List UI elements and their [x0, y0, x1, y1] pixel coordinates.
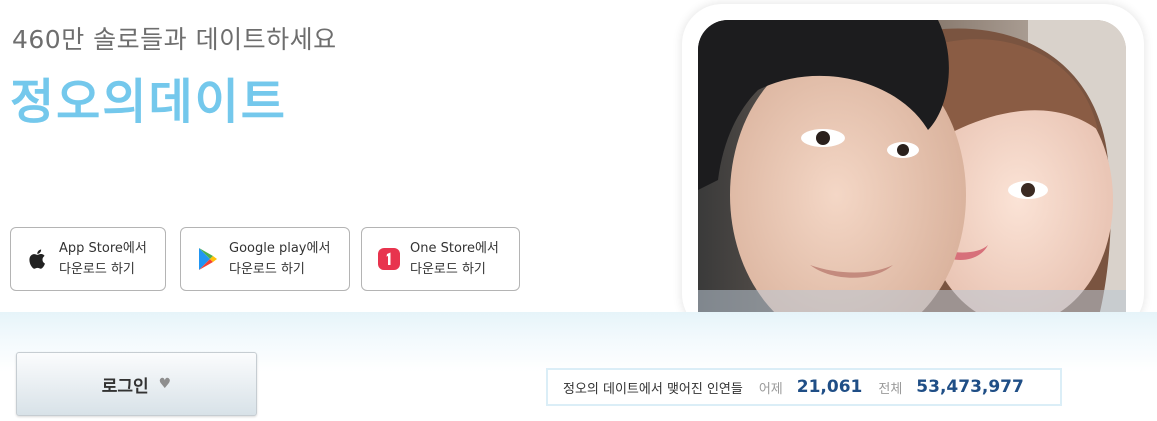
stats-total-value: 53,473,977	[916, 377, 1024, 397]
one-store-label: One Store에서 다운로드 하기	[410, 241, 499, 277]
stats-total-label: 전체	[878, 381, 903, 397]
tagline: 460만 솔로들과 데이트하세요	[12, 25, 337, 54]
stats-yesterday-label: 어제	[758, 381, 783, 397]
google-play-label: Google play에서 다운로드 하기	[229, 241, 331, 277]
login-button[interactable]: 로그인 ♥	[16, 352, 257, 416]
stats-yesterday-value: 21,061	[796, 377, 863, 397]
brand-logo-text: 정오의데이트	[10, 74, 287, 130]
stats-title: 정오의 데이트에서 맺어진 인연들	[563, 381, 743, 397]
couple-photo-illustration	[698, 20, 1126, 320]
couple-photo	[698, 20, 1126, 320]
apple-icon	[25, 246, 51, 272]
app-store-button[interactable]: App Store에서 다운로드 하기	[10, 227, 166, 291]
google-play-button[interactable]: Google play에서 다운로드 하기	[180, 227, 350, 291]
one-store-icon	[376, 246, 402, 272]
match-stats-box: 정오의 데이트에서 맺어진 인연들 어제 21,061 전체 53,473,97…	[546, 368, 1062, 406]
google-play-icon	[195, 246, 221, 272]
one-store-button[interactable]: One Store에서 다운로드 하기	[361, 227, 520, 291]
login-label: 로그인	[101, 376, 149, 397]
heart-icon: ♥	[158, 376, 172, 392]
app-store-label: App Store에서 다운로드 하기	[59, 241, 147, 277]
